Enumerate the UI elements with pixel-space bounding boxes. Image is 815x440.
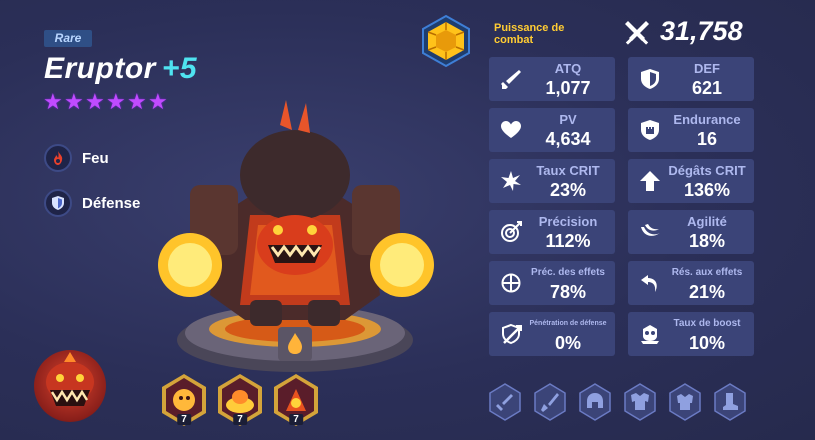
stat-label: Dégâts CRIT	[668, 163, 746, 178]
stat-value: 621	[691, 78, 723, 98]
boots-slot-icon	[714, 383, 746, 421]
stat-card-endurance[interactable]: Endurance 16	[628, 108, 754, 152]
stat-card-defense-penetration[interactable]: Pénétration de défense 0%	[489, 312, 615, 356]
burst-icon	[497, 167, 525, 195]
stat-card-effect-accuracy[interactable]: Préc. des effets 78%	[489, 261, 615, 305]
stat-value: 10%	[688, 333, 726, 353]
combat-power-badge	[420, 14, 472, 68]
star-icon: ★	[43, 89, 63, 114]
stat-label: Endurance	[673, 112, 741, 127]
stat-card-atq[interactable]: ATQ 1,077	[489, 57, 615, 101]
crossed-swords-icon	[622, 18, 652, 48]
return-arrow-icon	[636, 269, 664, 297]
hero-level: +5	[161, 52, 198, 85]
stat-label: Rés. aux effets	[671, 267, 743, 278]
star-icon: ★	[106, 89, 126, 114]
gauntlet-slot-icon	[669, 383, 701, 421]
helmet-slot-icon	[579, 383, 611, 421]
stat-card-agility[interactable]: Agilité 18%	[628, 210, 754, 254]
equipment-slot-boots[interactable]	[711, 383, 749, 421]
stat-card-def[interactable]: DEF 621	[628, 57, 754, 101]
stat-card-crit-damage[interactable]: Dégâts CRIT 136%	[628, 159, 754, 203]
stat-card-crit-rate[interactable]: Taux CRIT 23%	[489, 159, 615, 203]
stat-card-boost-rate[interactable]: Taux de boost 10%	[628, 312, 754, 356]
rarity-badge: Rare	[44, 30, 92, 47]
shield-icon	[636, 65, 664, 93]
stat-label: DEF	[694, 61, 720, 76]
fortress-icon	[636, 116, 664, 144]
stat-card-pv[interactable]: PV 4,634	[489, 108, 615, 152]
hero-portrait[interactable]	[34, 350, 106, 422]
stat-value: 18%	[688, 231, 726, 251]
stat-label: Agilité	[687, 214, 727, 229]
stat-value: 112%	[545, 231, 591, 251]
skull-boost-icon	[636, 320, 664, 348]
hero-name: Eruptor	[44, 52, 156, 85]
defense-role-icon	[44, 189, 72, 217]
star-icon: ★	[127, 89, 147, 114]
stat-value: 21%	[688, 282, 726, 302]
equipment-slot-gloves[interactable]	[666, 383, 704, 421]
star-icon: ★	[85, 89, 105, 114]
equipment-slot-armor[interactable]	[621, 383, 659, 421]
skill-level: 7	[289, 414, 303, 425]
stat-value: 4,634	[545, 129, 591, 149]
pierce-icon	[497, 320, 525, 348]
swoosh-icon	[636, 218, 664, 246]
stat-value: 23%	[549, 180, 587, 200]
stat-value: 1,077	[545, 78, 591, 98]
hexagon-power-icon	[422, 14, 470, 68]
stat-value: 0%	[554, 333, 581, 353]
stat-card-effect-resistance[interactable]: Rés. aux effets 21%	[628, 261, 754, 305]
stat-label: PV	[559, 112, 577, 127]
stat-card-precision[interactable]: Précision 112%	[489, 210, 615, 254]
combat-power-value: 31,758	[660, 16, 743, 46]
heart-icon	[497, 116, 525, 144]
role-label: Défense	[82, 194, 141, 212]
skill-level: 7	[177, 414, 191, 425]
hero-model[interactable]	[150, 95, 440, 375]
arrow-up-icon	[636, 167, 664, 195]
fire-element-icon	[44, 144, 72, 172]
stat-label: Pénétration de défense	[529, 320, 607, 327]
stat-value: 16	[696, 129, 718, 149]
element-label: Feu	[82, 149, 109, 167]
stat-label: ATQ	[554, 61, 582, 76]
element-trait[interactable]: Feu	[44, 144, 109, 172]
equipment-slot-weapon[interactable]	[486, 383, 524, 421]
role-trait[interactable]: Défense	[44, 189, 140, 217]
skill-level: 7	[233, 414, 247, 425]
equipment-slot-secondary[interactable]	[531, 383, 569, 421]
stat-value: 136%	[683, 180, 731, 200]
skill-slot-2[interactable]: 7	[216, 373, 264, 427]
stat-label: Précision	[538, 214, 598, 229]
star-icon: ★	[64, 89, 84, 114]
target-icon	[497, 218, 525, 246]
sword-icon	[497, 65, 525, 93]
stat-label: Préc. des effets	[531, 267, 605, 278]
skill-slot-3[interactable]: 7	[272, 373, 320, 427]
hero-title: Eruptor +5	[44, 52, 197, 86]
combat-power-label: Puissance de combat	[494, 22, 565, 46]
armor-slot-icon	[624, 383, 656, 421]
stat-value: 78%	[549, 282, 587, 302]
dagger-slot-icon	[534, 383, 566, 421]
crosshair-icon	[497, 269, 525, 297]
stat-label: Taux de boost	[673, 318, 741, 329]
sword-slot-icon	[489, 383, 521, 421]
stat-label: Taux CRIT	[536, 163, 600, 178]
skill-slot-1[interactable]: 7	[160, 373, 208, 427]
equipment-slot-helmet[interactable]	[576, 383, 614, 421]
